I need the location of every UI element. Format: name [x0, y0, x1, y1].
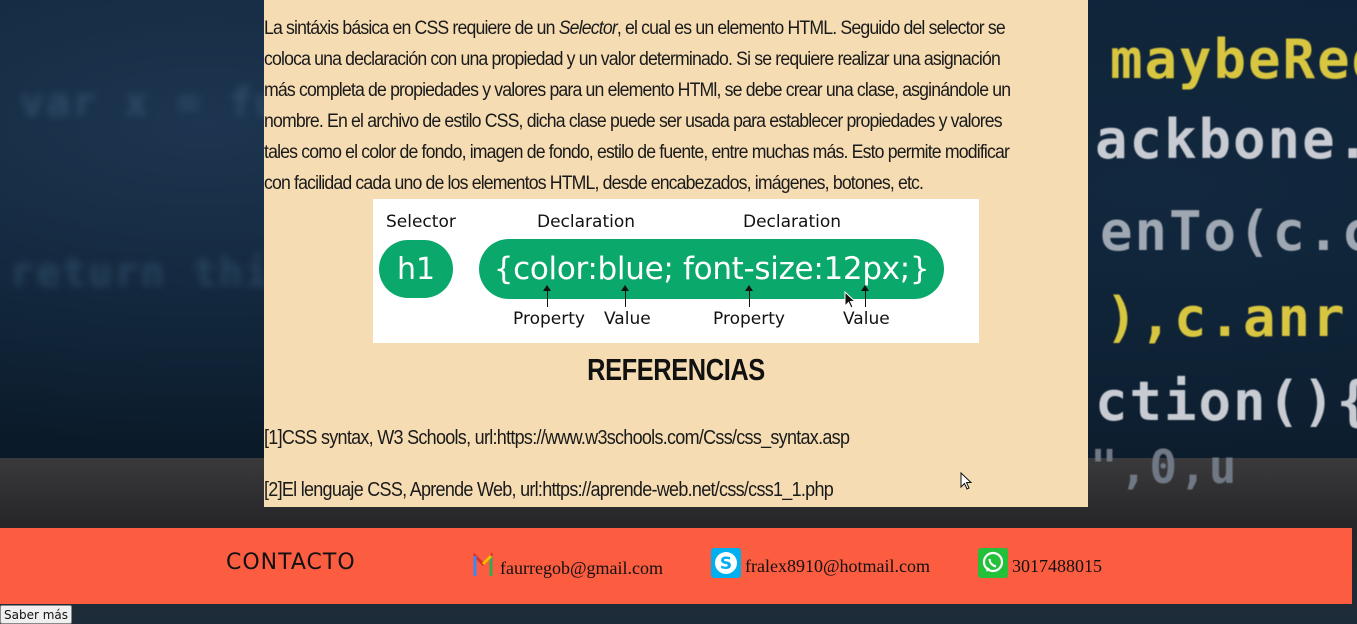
reference-item: [1]CSS syntax, W3 Schools, url:https://w…	[264, 427, 850, 449]
reference-item: [2]El lenguaje CSS, Aprende Web, url:htt…	[264, 479, 834, 501]
skype-address: fralex8910@hotmail.com	[745, 556, 931, 576]
gmail-contact[interactable]: faurregob@gmail.com	[470, 550, 663, 580]
value-label: Value	[604, 309, 651, 329]
whatsapp-number: 3017488015	[1012, 556, 1102, 576]
property-label: Property	[713, 309, 785, 329]
arrow-up-icon	[745, 285, 753, 307]
declaration-label: Declaration	[743, 212, 842, 232]
whatsapp-icon	[978, 548, 1008, 578]
bg-code-line-1: maybeReq	[1110, 28, 1357, 91]
saber-mas-button[interactable]: Saber más	[0, 605, 72, 624]
arrow-up-icon	[543, 285, 551, 307]
gmail-address: faurregob@gmail.com	[500, 558, 664, 578]
arrow-up-icon	[861, 285, 869, 307]
css-syntax-diagram: Selector Declaration Declaration h1 {col…	[373, 199, 979, 343]
bg-code-line-2: ackbone.V	[1095, 108, 1357, 171]
skype-icon: S	[711, 548, 741, 578]
mouse-cursor-icon	[844, 291, 856, 309]
bg-code-line-6: ",0,u	[1090, 440, 1239, 494]
content-panel: La sintáxis básica en CSS requiere de un…	[264, 0, 1088, 507]
svg-text:S: S	[720, 554, 732, 574]
arrow-up-icon	[621, 285, 629, 307]
value-label: Value	[843, 309, 890, 329]
mouse-cursor-icon	[960, 472, 972, 490]
gmail-icon	[470, 550, 496, 580]
contact-heading: CONTACTO	[226, 550, 356, 575]
bg-code-line-4: ),c.anr	[1105, 286, 1347, 349]
references-heading: REFERENCIAS	[587, 352, 765, 387]
selector-term: Selector	[558, 18, 618, 39]
bg-code-line-3: enTo(c.co	[1100, 200, 1357, 263]
whatsapp-contact[interactable]: 3017488015	[978, 548, 1102, 578]
selector-pill: h1	[379, 240, 453, 298]
skype-contact[interactable]: S fralex8910@hotmail.com	[711, 548, 930, 578]
property-label: Property	[513, 309, 585, 329]
declaration-label: Declaration	[537, 212, 636, 232]
contact-footer: CONTACTO faurregob@gmail.com S fralex891…	[0, 528, 1352, 604]
intro-paragraph: La sintáxis básica en CSS requiere de un…	[264, 18, 1011, 194]
bg-code-line-5: ction(){(	[1095, 370, 1357, 433]
selector-label: Selector	[386, 212, 456, 232]
